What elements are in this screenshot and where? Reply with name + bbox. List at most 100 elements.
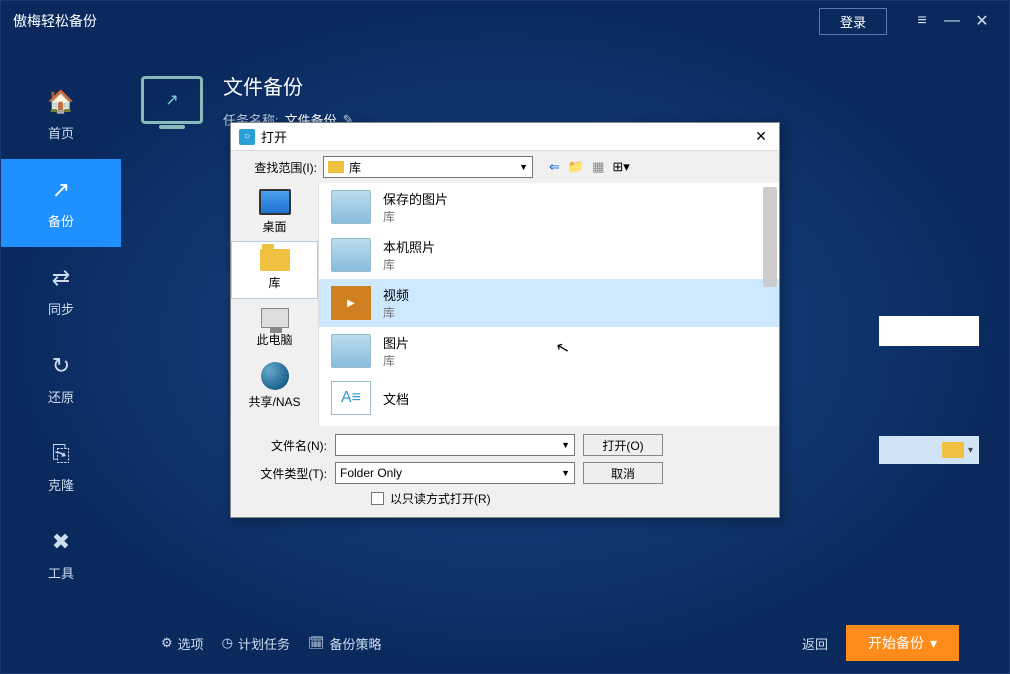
- place-label: 共享/NAS: [248, 393, 300, 410]
- list-item[interactable]: 图片库: [319, 327, 779, 375]
- place-label: 桌面: [262, 218, 286, 235]
- sidebar-item-home[interactable]: 🏠 首页: [1, 71, 121, 159]
- filetype-value: Folder Only: [340, 466, 402, 480]
- file-backup-hero-icon: ↗: [141, 76, 203, 124]
- view-menu-icon[interactable]: ⊞▾: [612, 159, 629, 175]
- options-label: 选项: [178, 634, 204, 653]
- dialog-titlebar: ○ 打开 ✕: [231, 123, 779, 151]
- close-icon[interactable]: ✕: [967, 11, 997, 31]
- app-title: 傲梅轻松备份: [13, 11, 819, 31]
- sidebar-item-label: 备份: [48, 211, 74, 230]
- sidebar-item-label: 还原: [48, 387, 74, 406]
- place-label: 库: [268, 274, 280, 291]
- minimize-icon[interactable]: —: [937, 12, 967, 30]
- folder-icon: [328, 161, 344, 173]
- file-name: 本机照片: [383, 237, 435, 256]
- dialog-body: 桌面 库 此电脑 共享/NAS 保存的图片库 本机照片: [231, 183, 779, 426]
- clone-icon: ⎘: [52, 441, 70, 467]
- list-item[interactable]: 本机照片库: [319, 231, 779, 279]
- page-title: 文件备份: [223, 71, 354, 100]
- gear-icon: ⚙: [161, 635, 173, 651]
- list-item[interactable]: A≡ 文档: [319, 375, 779, 421]
- sidebar-item-label: 首页: [48, 123, 74, 142]
- menu-list-icon[interactable]: ≡: [907, 12, 937, 30]
- folder-icon: [942, 442, 964, 458]
- filetype-combo[interactable]: Folder Only ▼: [335, 462, 575, 484]
- place-libraries[interactable]: 库: [231, 241, 318, 299]
- folder-icon: [260, 249, 290, 271]
- destination-field-fragment: [879, 316, 979, 346]
- computer-icon: [261, 308, 289, 328]
- desktop-icon: [259, 189, 291, 215]
- back-arrow-icon[interactable]: ⇐: [549, 159, 560, 175]
- back-button[interactable]: 返回: [802, 634, 828, 653]
- video-library-icon: [331, 286, 371, 320]
- backup-icon: ↗: [52, 177, 70, 203]
- open-button[interactable]: 打开(O): [583, 434, 663, 456]
- document-library-icon: A≡: [331, 381, 371, 415]
- file-list[interactable]: 保存的图片库 本机照片库 视频库 图片库 A≡ 文档: [319, 183, 779, 426]
- file-name: 保存的图片: [383, 189, 448, 208]
- place-desktop[interactable]: 桌面: [231, 183, 318, 241]
- home-icon: 🏠: [47, 89, 74, 115]
- sidebar-item-clone[interactable]: ⎘ 克隆: [1, 423, 121, 511]
- clock-icon: ◷: [222, 635, 233, 651]
- sidebar-item-tools[interactable]: ✖ 工具: [1, 511, 121, 599]
- place-network[interactable]: 共享/NAS: [231, 357, 318, 415]
- schedule-button[interactable]: ◷ 计划任务: [222, 634, 290, 653]
- cancel-button[interactable]: 取消: [583, 462, 663, 484]
- lookin-label: 查找范围(I):: [239, 159, 317, 176]
- filename-label: 文件名(N):: [241, 437, 327, 454]
- dialog-close-icon[interactable]: ✕: [751, 128, 771, 145]
- sidebar-item-backup[interactable]: ↗ 备份: [1, 159, 121, 247]
- sidebar-item-label: 同步: [48, 299, 74, 318]
- lookin-combo[interactable]: 库 ▼: [323, 156, 533, 178]
- readonly-checkbox[interactable]: [371, 492, 384, 505]
- scheme-label: 备份策略: [330, 634, 382, 653]
- titlebar: 傲梅轻松备份 登录 ≡ — ✕: [1, 1, 1009, 41]
- start-backup-button[interactable]: 开始备份 ▾: [846, 625, 959, 661]
- scrollbar-thumb[interactable]: [763, 187, 777, 287]
- file-name: 图片: [383, 333, 409, 352]
- sidebar-item-restore[interactable]: ↻ 还原: [1, 335, 121, 423]
- login-button[interactable]: 登录: [819, 8, 887, 35]
- chevron-down-icon: ▼: [561, 468, 570, 478]
- file-sub: 库: [383, 352, 409, 369]
- sidebar: 🏠 首页 ↗ 备份 ⇄ 同步 ↻ 还原 ⎘ 克隆 ✖ 工具: [1, 41, 121, 673]
- file-name: 文档: [383, 389, 409, 408]
- file-name: 视频: [383, 285, 409, 304]
- scheme-button[interactable]: 🗓备份策略: [308, 634, 382, 653]
- schedule-label: 计划任务: [238, 634, 290, 653]
- globe-icon: [261, 362, 289, 390]
- list-item[interactable]: 保存的图片库: [319, 183, 779, 231]
- chevron-down-icon: ▾: [930, 635, 937, 652]
- up-folder-icon[interactable]: 📁: [568, 159, 584, 175]
- new-folder-icon[interactable]: ▦: [592, 159, 604, 175]
- restore-icon: ↻: [52, 353, 70, 379]
- dialog-app-icon: ○: [239, 129, 255, 145]
- footer: ⚙ 选项 ◷ 计划任务 🗓备份策略 返回 开始备份 ▾: [141, 613, 979, 673]
- options-button[interactable]: ⚙ 选项: [161, 634, 204, 653]
- file-sub: 库: [383, 208, 448, 225]
- tools-icon: ✖: [52, 529, 70, 555]
- sidebar-item-sync[interactable]: ⇄ 同步: [1, 247, 121, 335]
- file-sub: 库: [383, 304, 409, 321]
- destination-browse-fragment[interactable]: ▾: [879, 436, 979, 464]
- chevron-down-icon: ▾: [968, 445, 973, 456]
- sidebar-item-label: 克隆: [48, 475, 74, 494]
- place-this-pc[interactable]: 此电脑: [231, 299, 318, 357]
- file-sub: 库: [383, 256, 435, 273]
- readonly-row[interactable]: 以只读方式打开(R): [371, 490, 769, 507]
- chevron-down-icon: ▼: [561, 440, 570, 450]
- start-label: 开始备份: [868, 633, 924, 653]
- readonly-label: 以只读方式打开(R): [390, 490, 491, 507]
- sidebar-item-label: 工具: [48, 563, 74, 582]
- open-dialog: ○ 打开 ✕ 查找范围(I): 库 ▼ ⇐ 📁 ▦ ⊞▾ 桌面 库: [230, 122, 780, 518]
- lookin-value: 库: [349, 159, 361, 176]
- filename-input[interactable]: ▼: [335, 434, 575, 456]
- picture-library-icon: [331, 334, 371, 368]
- picture-library-icon: [331, 238, 371, 272]
- chevron-down-icon: ▼: [519, 162, 528, 172]
- list-item[interactable]: 视频库: [319, 279, 779, 327]
- place-label: 此电脑: [256, 331, 292, 348]
